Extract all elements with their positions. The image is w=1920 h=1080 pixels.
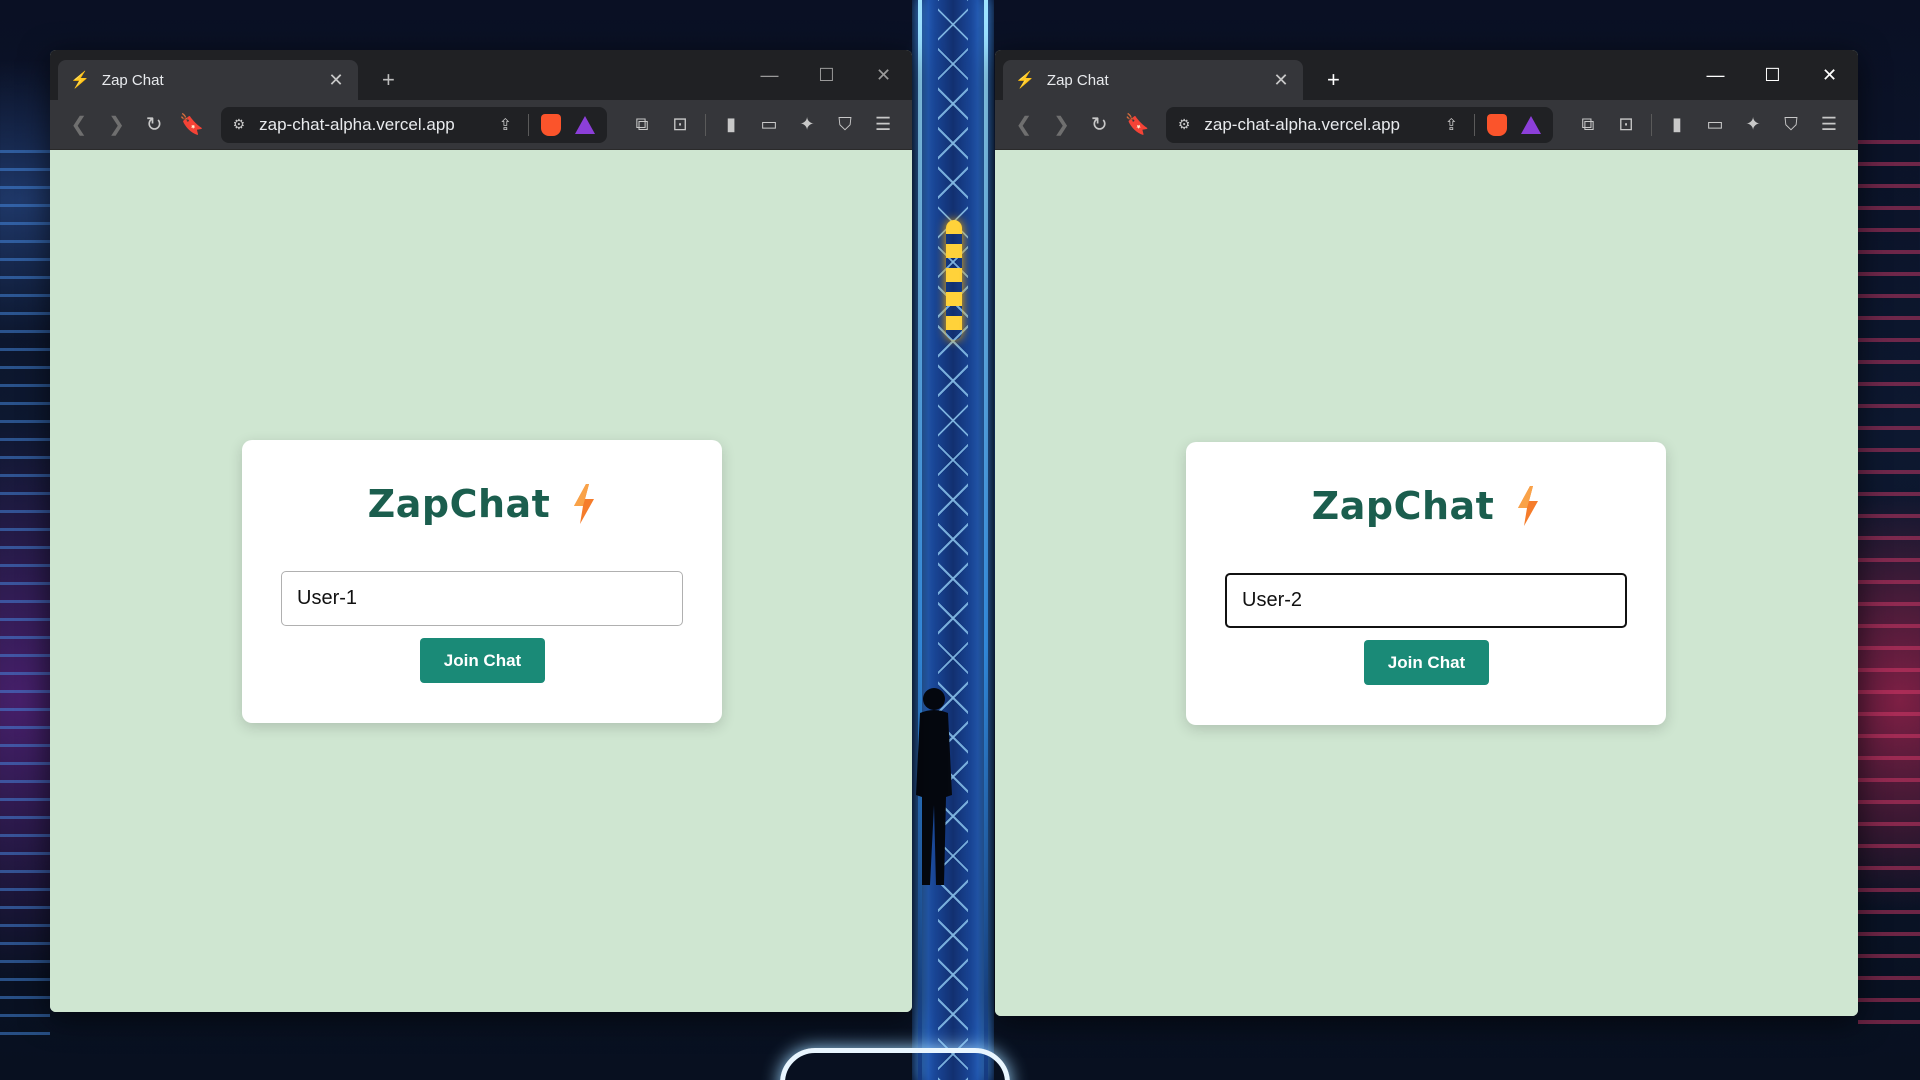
forward-icon[interactable]: ❯ — [98, 112, 136, 137]
lightning-icon: ⚡ — [1015, 72, 1035, 89]
wallet-icon[interactable]: ▭ — [1696, 114, 1734, 135]
close-tab-icon[interactable]: ✕ — [1271, 70, 1291, 91]
extensions-icon[interactable]: ⧉ — [1569, 114, 1607, 135]
neon-sign — [946, 220, 962, 340]
bookmark-icon[interactable]: 🔖 — [173, 112, 211, 137]
username-input[interactable] — [281, 571, 683, 626]
sidebar-icon[interactable]: ▮ — [712, 114, 750, 135]
maximize-icon[interactable]: ☐ — [1744, 65, 1801, 86]
brave-shields-icon[interactable] — [1486, 113, 1507, 136]
new-tab-button[interactable]: + — [382, 60, 395, 100]
neon-tower — [912, 0, 994, 1080]
browser-window-1: ⚡ Zap Chat ✕ + — ☐ ✕ ❮ ❯ ↻ 🔖 ⚙ zap-chat-… — [50, 50, 912, 1012]
forward-icon[interactable]: ❯ — [1043, 112, 1081, 137]
vpn-icon[interactable]: ⛉ — [826, 114, 864, 135]
address-bar[interactable]: ⚙ zap-chat-alpha.vercel.app ⇪ — [220, 106, 608, 143]
person-silhouette — [916, 688, 952, 885]
browser-toolbar: ❮ ❯ ↻ 🔖 ⚙ zap-chat-alpha.vercel.app ⇪ ⧉ … — [50, 100, 912, 150]
bookmark-icon[interactable]: 🔖 — [1118, 112, 1156, 137]
screenshot-icon[interactable]: ⊡ — [661, 114, 699, 135]
toolbar-right: ⧉ ⊡ ▮ ▭ ✦ ⛉ ☰ — [1569, 113, 1848, 136]
join-card: ZapChat Join Chat — [242, 440, 722, 723]
separator — [705, 113, 707, 136]
toolbar-right: ⧉ ⊡ ▮ ▭ ✦ ⛉ ☰ — [623, 113, 902, 136]
neon-ring — [780, 1048, 1010, 1080]
share-icon[interactable]: ⇪ — [1445, 115, 1458, 135]
lightning-icon: ⚡ — [70, 72, 90, 89]
tower-lattice — [938, 0, 968, 1080]
logo: ZapChat — [1186, 484, 1666, 528]
new-tab-button[interactable]: + — [1327, 60, 1340, 100]
tab-zap-chat[interactable]: ⚡ Zap Chat ✕ — [1003, 60, 1303, 100]
leo-ai-icon[interactable]: ✦ — [788, 114, 826, 135]
logo-text: ZapChat — [1311, 484, 1495, 528]
lightning-bolt-icon — [1518, 486, 1539, 526]
leo-ai-icon[interactable]: ✦ — [1734, 114, 1772, 135]
logo: ZapChat — [242, 482, 722, 526]
close-window-icon[interactable]: ✕ — [855, 65, 912, 86]
join-chat-button[interactable]: Join Chat — [420, 638, 545, 683]
brave-shields-icon[interactable] — [541, 113, 562, 136]
reload-icon[interactable]: ↻ — [1080, 112, 1118, 137]
join-card: ZapChat Join Chat — [1186, 442, 1666, 725]
close-window-icon[interactable]: ✕ — [1801, 65, 1858, 86]
city-lights-right — [1858, 140, 1920, 1040]
back-icon[interactable]: ❮ — [1005, 112, 1043, 137]
tab-bar: ⚡ Zap Chat ✕ + — ☐ ✕ — [50, 50, 912, 100]
page-viewport: ZapChat Join Chat — [50, 150, 912, 1012]
tab-bar: ⚡ Zap Chat ✕ + — ☐ ✕ — [995, 50, 1858, 100]
logo-text: ZapChat — [367, 482, 551, 526]
menu-icon[interactable]: ☰ — [864, 114, 902, 135]
wallet-icon[interactable]: ▭ — [750, 114, 788, 135]
tab-title: Zap Chat — [101, 71, 164, 89]
extensions-icon[interactable]: ⧉ — [623, 114, 661, 135]
vpn-icon[interactable]: ⛉ — [1772, 114, 1810, 135]
back-icon[interactable]: ❮ — [60, 112, 98, 137]
tower-beam-right — [984, 0, 988, 1080]
brave-rewards-icon[interactable] — [1520, 115, 1541, 134]
username-input[interactable] — [1225, 573, 1627, 628]
page-viewport: ZapChat Join Chat — [995, 150, 1858, 1016]
minimize-icon[interactable]: — — [741, 65, 798, 86]
window-controls: — ☐ ✕ — [741, 50, 912, 100]
browser-toolbar: ❮ ❯ ↻ 🔖 ⚙ zap-chat-alpha.vercel.app ⇪ ⧉ … — [995, 100, 1858, 150]
minimize-icon[interactable]: — — [1687, 65, 1744, 86]
lightning-bolt-icon — [574, 484, 595, 524]
browser-window-2: ⚡ Zap Chat ✕ + — ☐ ✕ ❮ ❯ ↻ 🔖 ⚙ zap-chat-… — [995, 50, 1858, 1016]
separator — [1650, 113, 1652, 136]
brave-rewards-icon[interactable] — [575, 115, 596, 134]
join-chat-button[interactable]: Join Chat — [1364, 640, 1489, 685]
close-tab-icon[interactable]: ✕ — [326, 70, 346, 91]
menu-icon[interactable]: ☰ — [1810, 114, 1848, 135]
tab-title: Zap Chat — [1046, 71, 1109, 89]
separator — [528, 113, 530, 136]
reload-icon[interactable]: ↻ — [135, 112, 173, 137]
share-icon[interactable]: ⇪ — [499, 115, 512, 135]
site-info-icon[interactable]: ⚙ — [1178, 116, 1191, 133]
address-bar[interactable]: ⚙ zap-chat-alpha.vercel.app ⇪ — [1165, 106, 1553, 143]
tower-beam-left — [918, 0, 922, 1080]
separator — [1473, 113, 1475, 136]
screenshot-icon[interactable]: ⊡ — [1607, 114, 1645, 135]
window-controls: — ☐ ✕ — [1687, 50, 1858, 100]
url-text[interactable]: zap-chat-alpha.vercel.app — [1204, 115, 1444, 135]
tab-zap-chat[interactable]: ⚡ Zap Chat ✕ — [58, 60, 358, 100]
url-text[interactable]: zap-chat-alpha.vercel.app — [259, 115, 499, 135]
maximize-icon[interactable]: ☐ — [798, 65, 855, 86]
sidebar-icon[interactable]: ▮ — [1658, 114, 1696, 135]
site-info-icon[interactable]: ⚙ — [233, 116, 246, 133]
city-lights-left — [0, 150, 50, 1050]
